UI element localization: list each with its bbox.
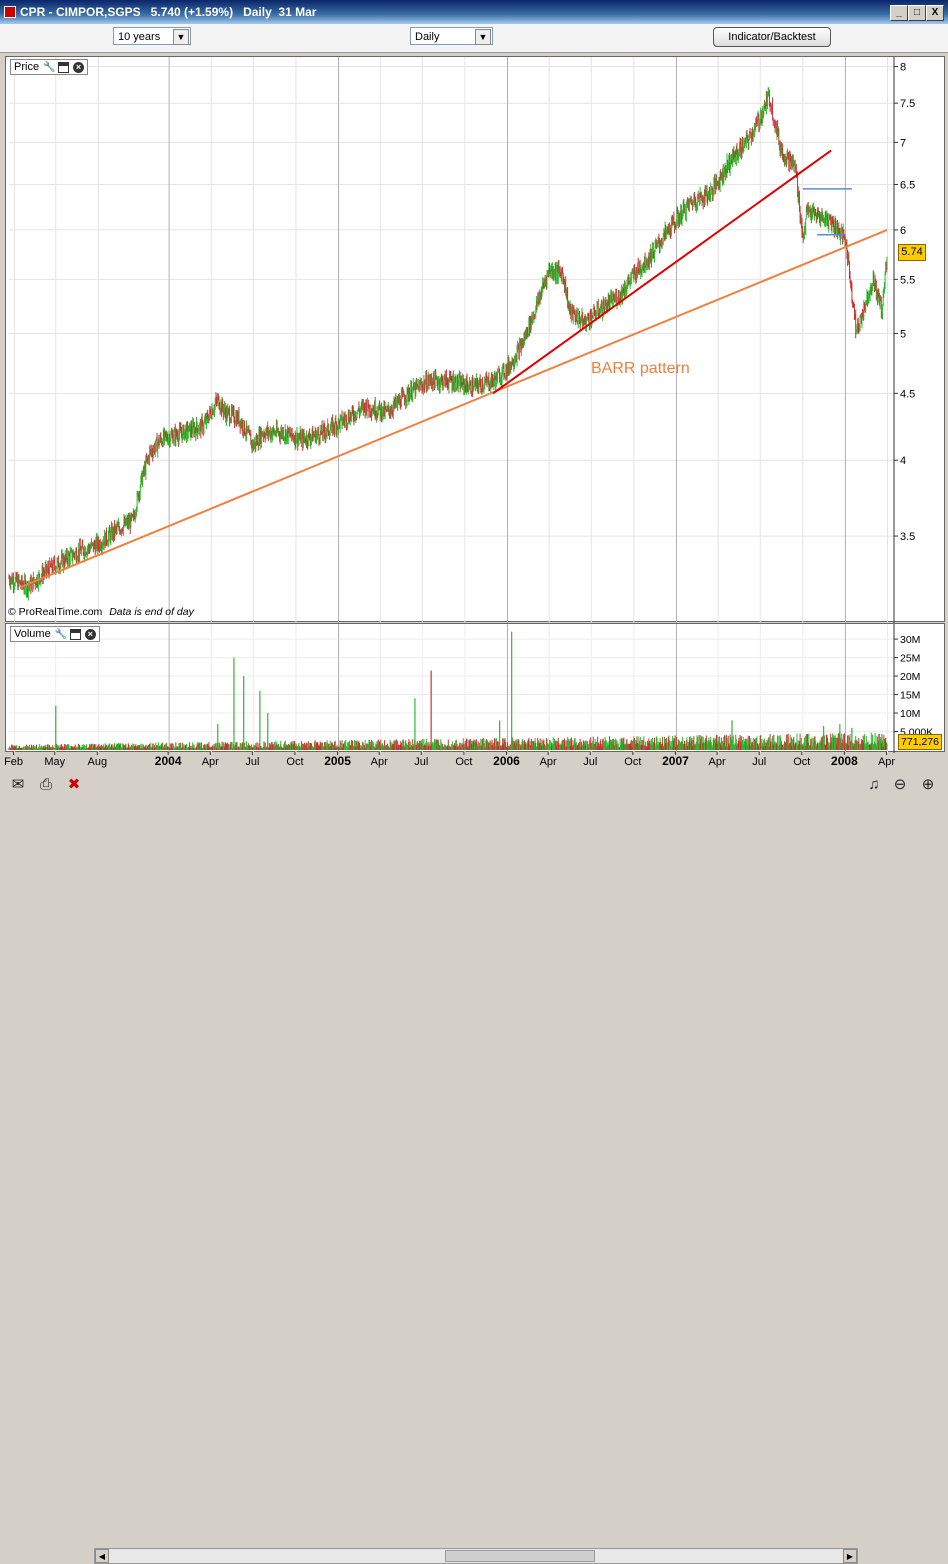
volume-panel[interactable]: 30M 25M 20M 15M 10M 5,000K Volume 🔧 × 771,276: [5, 623, 946, 753]
last-volume-badge: 771,276: [898, 734, 942, 750]
price-panel-header: Price 🔧 ×: [10, 59, 89, 75]
period-select[interactable]: 10 years ▼: [113, 27, 191, 45]
x-tick-label: 2004: [155, 754, 182, 768]
x-tick-label: 2008: [831, 754, 858, 768]
x-tick-label: Apr: [709, 756, 726, 768]
zoom-in-icon[interactable]: ⊕: [918, 776, 938, 794]
volume-label: Volume: [14, 628, 51, 640]
red-trendline: [492, 149, 832, 395]
price-label: Price: [14, 61, 40, 73]
x-tick-label: Oct: [286, 756, 303, 768]
x-tick-label: Apr: [371, 756, 388, 768]
x-tick-label: Jul: [752, 756, 766, 768]
x-axis: Feb May Aug 2004 Apr Jul Oct 2005 Apr Jul Oct 2006 A…: [4, 752, 895, 768]
watermark-text: © ProRealTime.com: [8, 606, 103, 618]
music-icon[interactable]: ♫: [864, 776, 884, 794]
y-tick-label: 10M: [900, 708, 920, 720]
volume-bars: [8, 631, 888, 750]
wrench-icon[interactable]: 🔧: [55, 629, 67, 640]
chevron-down-icon[interactable]: ▼: [173, 29, 189, 45]
data-note: Data is end of day: [109, 606, 194, 618]
y-tick-label: 25M: [900, 653, 920, 665]
x-tick-label: Jul: [245, 756, 259, 768]
arrow-right-icon[interactable]: ▶: [843, 1549, 857, 1563]
y-tick-label: 6: [900, 225, 906, 237]
minimize-button[interactable]: _: [890, 5, 908, 21]
y-tick-label: 4: [900, 455, 906, 467]
indicator-backtest-button[interactable]: Indicator/Backtest: [713, 27, 831, 47]
x-tick-label: Jul: [583, 756, 597, 768]
x-tick-label: Oct: [455, 756, 472, 768]
close-icon[interactable]: ×: [84, 628, 96, 640]
x-tick-label: May: [44, 756, 65, 768]
window-icon[interactable]: [58, 61, 70, 73]
y-tick-label: 6.5: [900, 179, 915, 191]
arrow-left-icon[interactable]: ◀: [95, 1549, 109, 1563]
last-price-badge: 5.74: [898, 244, 926, 261]
x-tick-label: Apr: [540, 756, 557, 768]
mail-icon[interactable]: ✉: [8, 776, 28, 794]
y-tick-label: 3.5: [900, 531, 915, 543]
y-tick-label: 4.5: [900, 388, 915, 400]
x-tick-label: 2007: [662, 754, 689, 768]
barr-pattern-annotation: BARR pattern: [591, 360, 690, 377]
status-bar: ✉ ⎙ ✖ ◀ ▶ ♫ ⊖ ⊕: [0, 772, 948, 1564]
watermark: © ProRealTime.com Data is end of day: [8, 606, 194, 618]
zoom-out-icon[interactable]: ⊖: [890, 776, 910, 794]
price-panel[interactable]: 8 7.5 7 6.5 6 5.5 5 4.5 4 3.5 Price 🔧 × © ProReal…: [5, 56, 946, 623]
x-tick-label: Jul: [414, 756, 428, 768]
app-icon: [4, 6, 16, 18]
x-tick-label: 2006: [493, 754, 520, 768]
y-tick-label: 20M: [900, 671, 920, 683]
y-tick-label: 8: [900, 62, 906, 74]
window-icon[interactable]: [69, 628, 81, 640]
y-tick-label: 7: [900, 137, 906, 149]
chevron-down-icon[interactable]: ▼: [475, 29, 491, 45]
price-chart[interactable]: 8 7.5 7 6.5 6 5.5 5 4.5 4 3.5: [6, 57, 946, 623]
interval-select-value: Daily: [415, 31, 440, 43]
x-tick-label: Oct: [624, 756, 641, 768]
title-bar[interactable]: CPR - CIMPOR,SGPS 5.740 (+1.59%) Daily 3…: [0, 0, 948, 24]
window-title: CPR - CIMPOR,SGPS 5.740 (+1.59%) Daily 3…: [20, 5, 317, 19]
x-tick-label: Apr: [202, 756, 219, 768]
print-icon[interactable]: ⎙: [36, 776, 56, 794]
interval-select[interactable]: Daily ▼: [410, 27, 493, 45]
y-tick-label: 5: [900, 328, 906, 340]
delete-icon[interactable]: ✖: [64, 776, 84, 794]
x-tick-label: 2005: [324, 754, 351, 768]
close-icon[interactable]: ×: [73, 61, 85, 73]
x-tick-label: Oct: [793, 756, 810, 768]
y-tick-label: 15M: [900, 690, 920, 702]
restore-button[interactable]: □: [908, 5, 926, 21]
wrench-icon[interactable]: 🔧: [43, 62, 55, 73]
orange-trendline: [20, 229, 888, 588]
horizontal-scrollbar[interactable]: ◀ ▶: [94, 1548, 858, 1564]
toolbar: 10 years ▼ Daily ▼ Indicator/Backtest: [0, 24, 948, 53]
x-tick-label: Feb: [4, 756, 23, 768]
x-tick-label: Apr: [878, 756, 895, 768]
volume-panel-header: Volume 🔧 ×: [10, 626, 100, 642]
volume-chart[interactable]: 30M25M20M15M10M5,000K: [6, 624, 946, 753]
scroll-thumb[interactable]: [445, 1550, 595, 1562]
y-tick-label: 7.5: [900, 98, 915, 110]
y-tick-label: 5.5: [900, 274, 915, 286]
close-button[interactable]: X: [926, 5, 944, 21]
y-tick-label: 30M: [900, 634, 920, 646]
x-tick-label: Aug: [88, 756, 108, 768]
period-select-value: 10 years: [118, 31, 161, 43]
price-bars: [8, 87, 888, 601]
